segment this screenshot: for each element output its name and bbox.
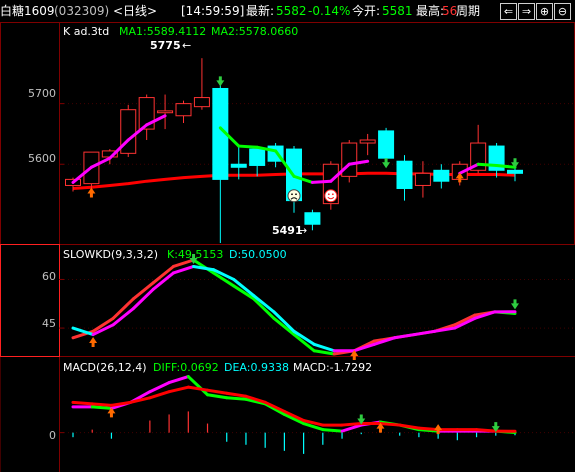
kd-marks: [71, 254, 519, 360]
low-arrow-glyph: →: [298, 224, 307, 237]
smile-face-icon: [324, 189, 338, 203]
macd-diff-legend: DIFF:0.0692: [153, 361, 219, 374]
dea-line-segment: [206, 388, 229, 395]
kline-title: K ad.3td: [63, 25, 109, 38]
d-line-segment: [392, 333, 417, 340]
diff-line-segment: [186, 375, 210, 397]
candle-down: [378, 130, 395, 159]
high-annotation: 5775: [150, 39, 181, 52]
candle-down: [507, 169, 523, 174]
buy-signal-arrow: [87, 187, 96, 198]
dea-line-segment: [398, 423, 421, 430]
diff-line-segment: [167, 375, 190, 385]
dea-line-segment: [225, 391, 248, 398]
candle-up: [193, 97, 210, 108]
dea-line-segment: [71, 400, 94, 406]
candle-down: [230, 163, 247, 168]
kd-d-legend: D:50.0500: [229, 248, 287, 261]
d-line-segment: [413, 329, 437, 337]
dea-line-segment: [109, 400, 133, 407]
candle-up: [157, 110, 174, 114]
macd-marks: [71, 375, 517, 454]
dea-line-segment: [475, 428, 498, 433]
candle-down: [433, 169, 450, 182]
kd-title: SLOWKD(9,3,3,2): [63, 248, 158, 261]
ma1-legend: MA1:5589.4112: [119, 25, 206, 38]
face-eye: [327, 193, 330, 196]
dea-line-segment: [90, 402, 113, 407]
kline-marks: [65, 58, 523, 244]
sell-signal-arrow: [511, 299, 519, 310]
candle-up: [341, 142, 358, 177]
candle-up: [359, 139, 376, 144]
kd-ytick: 60: [42, 270, 56, 283]
ma1-line-segment: [495, 163, 517, 169]
macd-title: MACD(26,12,4): [63, 361, 147, 374]
candle-down: [249, 148, 266, 166]
d-line-segment: [433, 326, 457, 333]
candle-up: [414, 172, 431, 186]
candle-down: [396, 160, 413, 189]
face-eye: [291, 193, 293, 196]
candle-up: [175, 103, 192, 117]
diff-line-segment: [148, 381, 171, 394]
kline-ytick: 5700: [28, 87, 56, 100]
macd-ytick: 0: [49, 429, 56, 442]
diff-line-segment: [90, 405, 113, 410]
diff-line-segment: [206, 393, 229, 400]
diff-line-segment: [225, 396, 248, 401]
kline-ytick: 5600: [28, 152, 56, 165]
sad-face-icon: [287, 189, 301, 203]
macd-dea-legend: DEA:0.9338: [224, 361, 289, 374]
sell-signal-arrow: [382, 158, 391, 169]
ma2-legend: MA2:5578.0660: [211, 25, 298, 38]
buy-signal-arrow: [89, 337, 98, 348]
d-line-segment: [171, 264, 196, 275]
ma1-line-segment: [310, 179, 333, 184]
face-eye: [295, 193, 297, 196]
ma1-line-segment: [237, 144, 259, 149]
d-line-segment: [192, 264, 216, 272]
candle-down: [304, 212, 321, 225]
ma1-line-segment: [476, 162, 499, 167]
dea-line-segment: [378, 422, 402, 427]
dea-line-segment: [186, 385, 210, 392]
diff-line-segment: [321, 428, 344, 433]
face-eye: [331, 193, 334, 196]
dea-line-segment: [167, 385, 190, 394]
kline-chart[interactable]: K ad.3td MA1:5589.4112 MA2:5578.0660 570…: [0, 0, 575, 472]
sell-signal-arrow: [216, 76, 225, 87]
high-arrow-glyph: ←: [182, 39, 191, 52]
kd-ytick: 45: [42, 317, 56, 330]
macd-macd-legend: MACD:-1.7292: [293, 361, 372, 374]
dea-line-segment: [148, 390, 171, 400]
dea-line-segment: [340, 422, 363, 427]
